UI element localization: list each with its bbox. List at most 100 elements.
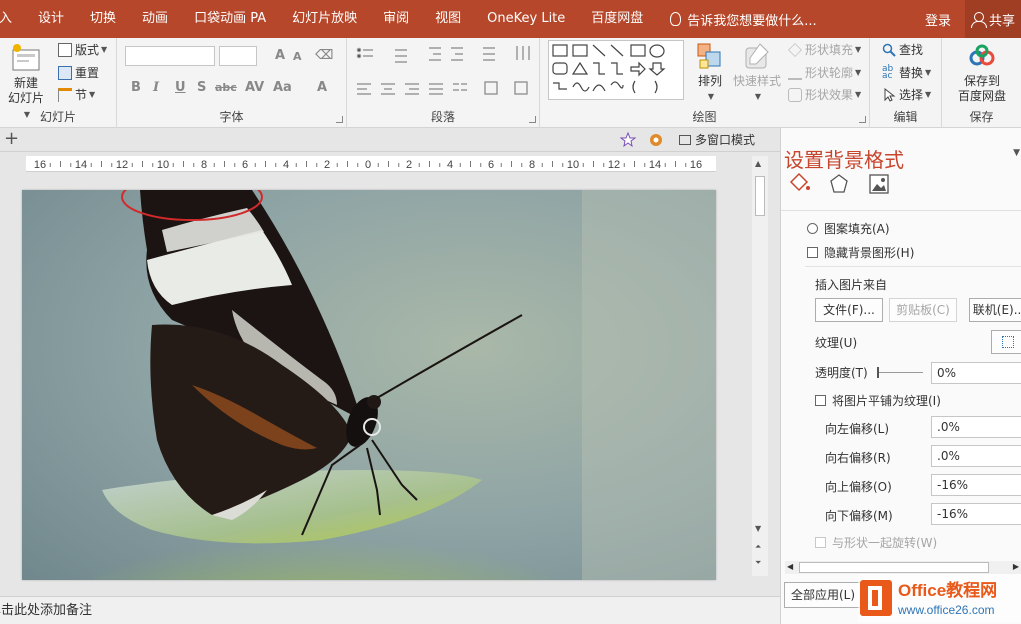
- rotate-with-shape-checkbox[interactable]: 与形状一起旋转(W): [815, 534, 937, 551]
- slider-handle[interactable]: [877, 367, 879, 378]
- paragraph-launcher-icon[interactable]: [529, 116, 536, 123]
- tab-transitions[interactable]: 切换: [77, 0, 129, 38]
- smartart-icon[interactable]: [514, 81, 528, 95]
- pane-horizontal-scrollbar[interactable]: ◀ ▶: [785, 561, 1021, 574]
- bullets-icon[interactable]: [356, 47, 374, 59]
- add-icon[interactable]: +: [4, 129, 19, 149]
- decrease-indent-icon[interactable]: [429, 47, 441, 61]
- scroll-left-icon[interactable]: ◀: [787, 562, 793, 571]
- text-direction-icon[interactable]: [516, 46, 530, 60]
- next-slide-icon[interactable]: ⏷: [755, 558, 761, 568]
- drawing-launcher-icon[interactable]: [859, 116, 866, 123]
- layout-button[interactable]: 版式 ▼: [58, 41, 107, 58]
- gear-icon[interactable]: [648, 132, 664, 148]
- save-to-baidu-button[interactable]: 保存到 百度网盘: [948, 42, 1016, 104]
- shadow-button[interactable]: AV: [245, 80, 264, 95]
- tab-design[interactable]: 设计: [25, 0, 77, 38]
- file-button[interactable]: 文件(F)...: [815, 298, 883, 322]
- tab-onekey-lite[interactable]: OneKey Lite: [474, 0, 578, 38]
- clipboard-button[interactable]: 剪贴板(C): [889, 298, 957, 322]
- bold-button[interactable]: B: [131, 80, 141, 95]
- tab-animations[interactable]: 动画: [129, 0, 181, 38]
- vertical-scrollbar[interactable]: ▲ ▼ ⏶ ⏷: [752, 156, 768, 576]
- font-size-down-button[interactable]: A: [293, 50, 302, 63]
- clear-format-button[interactable]: ⌫: [315, 48, 333, 63]
- font-launcher-icon[interactable]: [336, 116, 343, 123]
- font-size-up-button[interactable]: A: [275, 48, 285, 63]
- shape-fill-button[interactable]: 形状填充 ▼: [788, 41, 861, 58]
- pane-options-icon[interactable]: ▼: [1013, 148, 1020, 158]
- share-button[interactable]: 共享: [964, 0, 1021, 38]
- online-button[interactable]: 联机(E)...: [969, 298, 1021, 322]
- font-color-button[interactable]: A: [317, 80, 327, 95]
- justify-icon[interactable]: [429, 83, 443, 95]
- transparency-slider[interactable]: [877, 367, 923, 378]
- shape-outline-button[interactable]: 形状轮廓 ▼: [788, 64, 861, 81]
- checkbox-icon: [815, 395, 826, 406]
- scroll-up-icon[interactable]: ▲: [755, 159, 761, 168]
- quick-styles-button[interactable]: 快速样式 ▼: [728, 42, 786, 104]
- tab-slideshow[interactable]: 幻灯片放映: [279, 0, 370, 38]
- tab-insert[interactable]: 插入: [0, 0, 25, 38]
- font-size-box[interactable]: [219, 46, 257, 66]
- apply-to-all-button[interactable]: 全部应用(L): [784, 582, 862, 608]
- numbering-icon[interactable]: [395, 49, 407, 63]
- tab-pocket-animation[interactable]: 口袋动画 PA: [181, 0, 279, 38]
- picture-tab-icon[interactable]: [867, 172, 891, 196]
- prev-slide-icon[interactable]: ⏶: [755, 542, 761, 552]
- texture-picker[interactable]: [991, 330, 1021, 354]
- font-name-box[interactable]: [125, 46, 215, 66]
- replace-icon: ab ac: [882, 63, 894, 81]
- bottom-offset-input[interactable]: -16%: [931, 503, 1021, 525]
- columns-icon[interactable]: [453, 83, 467, 91]
- svg-text:Office教程网: Office教程网: [898, 580, 997, 600]
- top-offset-input[interactable]: -16%: [931, 474, 1021, 496]
- find-button[interactable]: 查找: [882, 41, 923, 58]
- section-button[interactable]: 节 ▼: [58, 86, 95, 103]
- reset-button[interactable]: 重置: [58, 64, 99, 81]
- group-drawing: 排列 ▼ 快速样式 ▼ 形状填充 ▼ 形状轮廓 ▼ 形状效果 ▼ 绘图: [540, 38, 870, 128]
- layout-icon: [58, 42, 72, 57]
- multi-window-button[interactable]: 多窗口模式: [679, 131, 755, 148]
- increase-indent-icon[interactable]: [451, 47, 463, 61]
- scroll-thumb[interactable]: [799, 562, 989, 573]
- chevron-down-icon: ▼: [707, 92, 715, 101]
- scroll-right-icon[interactable]: ▶: [1013, 562, 1019, 571]
- right-offset-input[interactable]: .0%: [931, 445, 1021, 467]
- change-case-button[interactable]: Aa: [273, 80, 292, 95]
- align-left-icon[interactable]: [357, 83, 371, 95]
- shape-effects-button[interactable]: 形状效果 ▼: [788, 86, 861, 103]
- strikethrough-button[interactable]: S: [197, 80, 206, 95]
- tab-view[interactable]: 视图: [422, 0, 474, 38]
- underline-button[interactable]: U: [175, 80, 186, 95]
- effects-tab-icon[interactable]: [827, 172, 851, 196]
- tell-me-box[interactable]: 告诉我您想要做什么...: [656, 10, 817, 29]
- italic-button[interactable]: I: [153, 80, 159, 95]
- notes-pane[interactable]: 单击此处添加备注: [0, 596, 780, 624]
- slide-canvas[interactable]: [22, 190, 716, 580]
- char-spacing-button[interactable]: abc: [215, 81, 237, 94]
- tab-baidu-netdisk[interactable]: 百度网盘: [578, 0, 656, 38]
- ruler-label: 4: [283, 159, 289, 171]
- fill-tab-icon[interactable]: [787, 172, 811, 196]
- arrange-button[interactable]: 排列 ▼: [690, 42, 730, 104]
- hide-background-checkbox[interactable]: 隐藏背景图形(H): [807, 244, 914, 261]
- shapes-gallery[interactable]: [548, 40, 684, 100]
- transparency-input[interactable]: 0%: [931, 362, 1021, 384]
- tab-review[interactable]: 审阅: [370, 0, 422, 38]
- align-right-icon[interactable]: [405, 83, 419, 95]
- login-link[interactable]: 登录: [911, 10, 965, 29]
- pattern-fill-option[interactable]: 图案填充(A): [807, 220, 890, 237]
- tile-texture-checkbox[interactable]: 将图片平铺为纹理(I): [815, 392, 941, 409]
- line-spacing-icon[interactable]: [483, 47, 495, 61]
- scroll-thumb[interactable]: [755, 176, 765, 216]
- scroll-down-icon[interactable]: ▼: [755, 524, 761, 533]
- replace-button[interactable]: ab ac 替换 ▼: [882, 64, 931, 81]
- magic-wand-icon[interactable]: [620, 132, 636, 148]
- align-center-icon[interactable]: [381, 83, 395, 95]
- select-button[interactable]: 选择 ▼: [882, 86, 931, 103]
- ruler-label: 6: [242, 159, 248, 171]
- align-text-icon[interactable]: [484, 81, 498, 95]
- group-save: 保存到 百度网盘 保存: [942, 38, 1021, 128]
- left-offset-input[interactable]: .0%: [931, 416, 1021, 438]
